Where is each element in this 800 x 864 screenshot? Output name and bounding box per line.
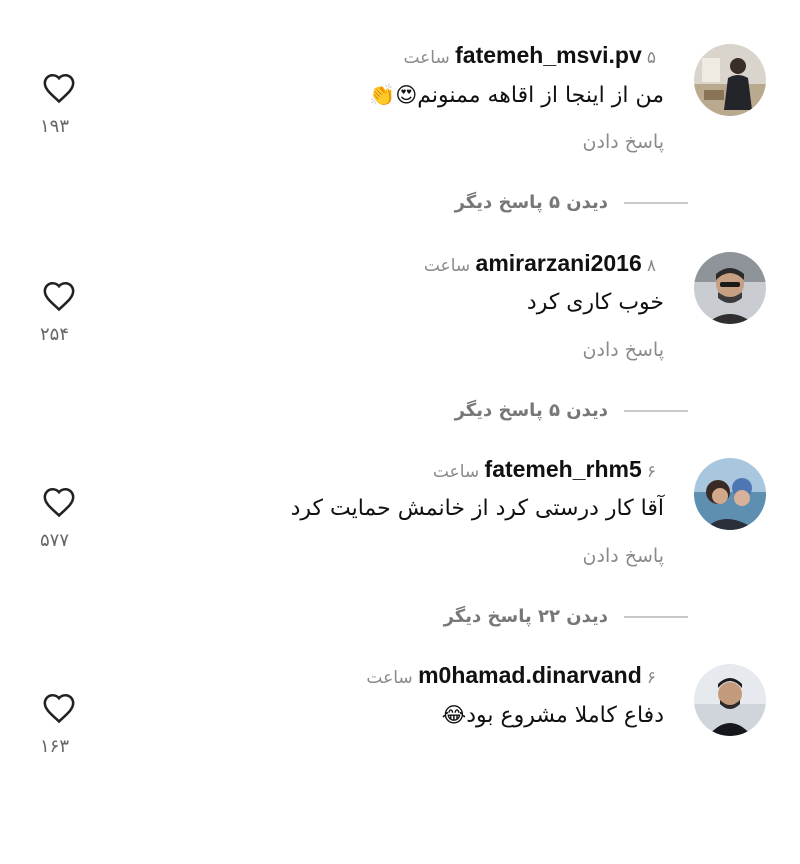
comment-item: fatemeh_msvi.pv ۵ ساعت من از اینجا از اق…: [0, 42, 800, 244]
heart-icon[interactable]: [42, 692, 76, 724]
reply-button[interactable]: پاسخ دادن: [583, 128, 664, 156]
view-more-replies-label[interactable]: دیدن ۲۲ پاسخ دیگر: [444, 606, 608, 627]
emoji: 😍👏: [369, 83, 418, 107]
view-more-replies[interactable]: دیدن ۲۲ پاسخ دیگر: [444, 606, 688, 627]
divider-line: [624, 409, 688, 412]
like-count: ۵۷۷: [40, 530, 70, 551]
comment-body: خوب کاری کرد: [526, 290, 664, 315]
view-more-replies[interactable]: دیدن ۵ پاسخ دیگر: [455, 400, 688, 421]
comment-text: من از اینجا از اقاهه ممنونم😍👏: [369, 78, 664, 113]
comment-body: من از اینجا از اقاهه ممنونم: [417, 83, 664, 108]
comment-header: amirarzani2016 ۸ ساعت: [424, 248, 664, 281]
view-more-replies-label[interactable]: دیدن ۵ پاسخ دیگر: [455, 192, 608, 213]
like-count: ۱۶۳: [40, 736, 70, 757]
comment-item: amirarzani2016 ۸ ساعت خوب کاری کرد پاسخ …: [0, 250, 800, 452]
emoji: 😂: [441, 703, 467, 727]
comment-header: fatemeh_rhm5 ۶ ساعت: [433, 454, 664, 487]
comment-text: دفاع کاملا مشروع بود😂: [442, 698, 664, 733]
comment-text: آقا کار درستی کرد از خانمش حمایت کرد: [291, 492, 664, 526]
reply-button[interactable]: پاسخ دادن: [583, 542, 664, 570]
heart-icon[interactable]: [42, 280, 76, 312]
avatar[interactable]: [694, 664, 766, 736]
heart-icon[interactable]: [42, 72, 76, 104]
avatar[interactable]: [694, 252, 766, 324]
reply-button[interactable]: پاسخ دادن: [583, 336, 664, 364]
view-more-replies-label[interactable]: دیدن ۵ پاسخ دیگر: [455, 400, 608, 421]
comment-body: آقا کار درستی کرد از خانمش حمایت کرد: [290, 496, 664, 521]
like-count: ۱۹۳: [40, 116, 70, 137]
heart-icon[interactable]: [42, 486, 76, 518]
username[interactable]: fatemeh_rhm5: [485, 456, 642, 482]
username[interactable]: amirarzani2016: [476, 250, 642, 276]
avatar[interactable]: [694, 458, 766, 530]
comment-header: m0hamad.dinarvand ۶ ساعت: [366, 660, 664, 693]
like-count: ۲۵۴: [40, 324, 70, 345]
comment-body: دفاع کاملا مشروع بود: [466, 703, 664, 728]
avatar[interactable]: [694, 44, 766, 116]
username[interactable]: m0hamad.dinarvand: [418, 662, 642, 688]
username[interactable]: fatemeh_msvi.pv: [455, 42, 642, 68]
divider-line: [624, 201, 688, 204]
comment-item: fatemeh_rhm5 ۶ ساعت آقا کار درستی کرد از…: [0, 456, 800, 658]
comment-item: m0hamad.dinarvand ۶ ساعت دفاع کاملا مشرو…: [0, 662, 800, 864]
view-more-replies[interactable]: دیدن ۵ پاسخ دیگر: [455, 192, 688, 213]
divider-line: [624, 615, 688, 618]
comment-text: خوب کاری کرد: [527, 286, 664, 320]
comment-header: fatemeh_msvi.pv ۵ ساعت: [403, 40, 664, 73]
